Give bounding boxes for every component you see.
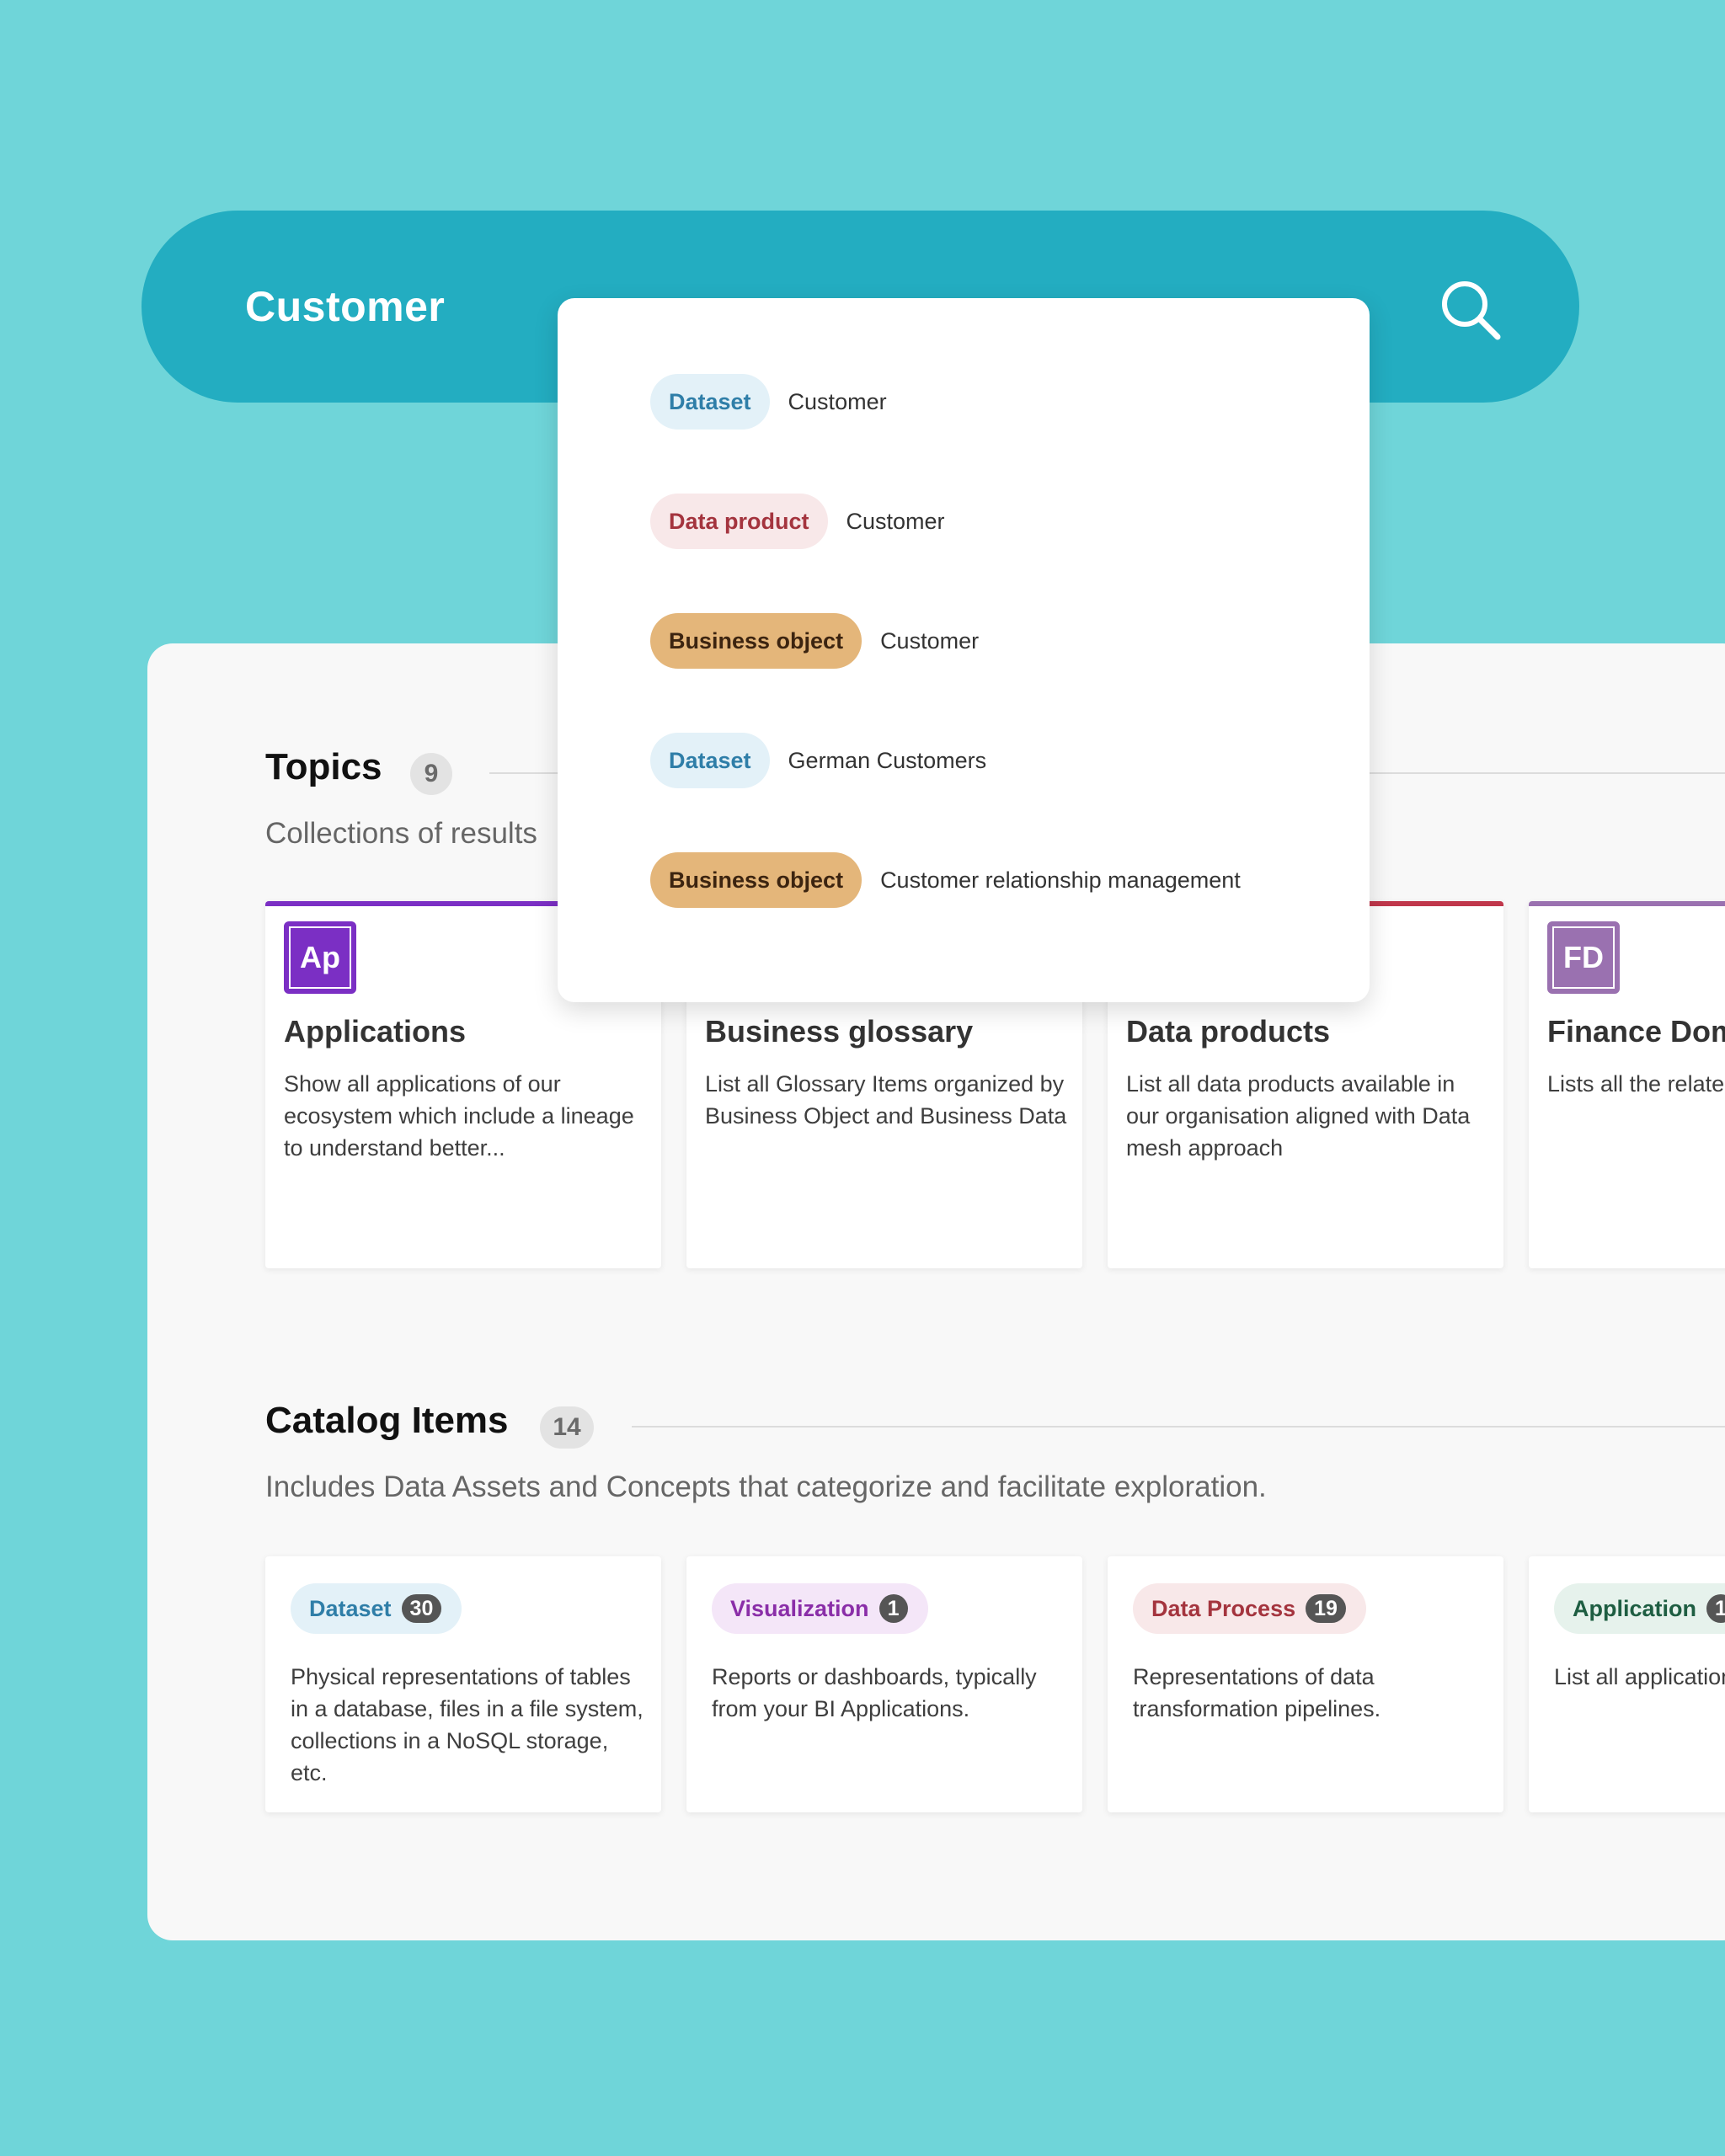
suggestion-label: German Customers: [788, 747, 987, 773]
suggestion-type-tag: Dataset: [650, 374, 770, 430]
suggestion-type-tag: Business object: [650, 852, 862, 908]
catalog-count: 30: [401, 1594, 442, 1623]
suggestion-item[interactable]: Business object Customer relationship ma…: [650, 852, 1241, 908]
catalog-card-dataset[interactable]: Dataset 30 Physical representations of t…: [265, 1556, 661, 1812]
search-suggestions-dropdown: Dataset Customer Data product Customer B…: [558, 298, 1370, 1002]
topics-count-badge: 9: [410, 753, 452, 795]
topics-subtitle: Collections of results: [265, 817, 537, 850]
topic-title: Data products: [1126, 1014, 1331, 1049]
suggestion-item[interactable]: Data product Customer: [650, 494, 945, 549]
suggestion-item[interactable]: Dataset Customer: [650, 374, 887, 430]
suggestion-item[interactable]: Business object Customer: [650, 613, 979, 669]
catalog-description: Physical representations of tables in a …: [291, 1664, 644, 1785]
catalog-count: 19: [1306, 1594, 1346, 1623]
catalog-count-badge: 14: [540, 1406, 594, 1449]
suggestion-label: Customer: [880, 627, 980, 654]
topic-title: Business glossary: [705, 1014, 974, 1049]
topic-description: Show all applications of our ecosystem w…: [284, 1071, 634, 1161]
suggestion-item[interactable]: Dataset German Customers: [650, 733, 986, 788]
catalog-title: Catalog Items: [265, 1400, 509, 1441]
topic-title: Applications: [284, 1014, 467, 1049]
catalog-divider: [632, 1426, 1725, 1428]
catalog-count: 1: [879, 1594, 908, 1623]
suggestion-type-tag: Data product: [650, 494, 828, 549]
suggestion-label: Customer: [846, 508, 945, 534]
topic-avatar: FD: [1547, 921, 1620, 994]
catalog-subtitle: Includes Data Assets and Concepts that c…: [265, 1470, 1267, 1503]
suggestion-label: Customer relationship management: [880, 867, 1241, 893]
catalog-count: 1: [1706, 1594, 1725, 1623]
catalog-description: List all applications in production: [1554, 1664, 1725, 1689]
search-icon[interactable]: [1439, 278, 1503, 342]
catalog-type-pill: Application 1: [1554, 1583, 1725, 1634]
suggestion-type-tag: Business object: [650, 613, 862, 669]
catalog-type-pill: Data Process 19: [1133, 1583, 1366, 1634]
catalog-description: Representations of data transformation p…: [1133, 1664, 1381, 1721]
catalog-card-data-process[interactable]: Data Process 19 Representations of data …: [1108, 1556, 1503, 1812]
topic-description: List all data products available in our …: [1126, 1071, 1471, 1161]
topic-title: Finance Domain: [1547, 1014, 1725, 1049]
topic-description: Lists all the related Finance Domain: [1547, 1071, 1725, 1097]
topic-card-finance-domain[interactable]: FD Finance Domain Lists all the related …: [1529, 901, 1725, 1268]
catalog-type-pill: Dataset 30: [291, 1583, 462, 1634]
topic-description: List all Glossary Items organized by Bus…: [705, 1071, 1067, 1129]
catalog-type-pill: Visualization 1: [712, 1583, 928, 1634]
catalog-card-application[interactable]: Application 1 List all applications in p…: [1529, 1556, 1725, 1812]
catalog-description: Reports or dashboards, typically from yo…: [712, 1664, 1037, 1721]
catalog-card-visualization[interactable]: Visualization 1 Reports or dashboards, t…: [686, 1556, 1082, 1812]
topics-title: Topics: [265, 746, 382, 787]
topic-accent: [1529, 901, 1725, 906]
search-input[interactable]: Customer: [245, 211, 445, 403]
suggestion-label: Customer: [788, 388, 887, 414]
topic-avatar: Ap: [284, 921, 356, 994]
suggestion-type-tag: Dataset: [650, 733, 770, 788]
